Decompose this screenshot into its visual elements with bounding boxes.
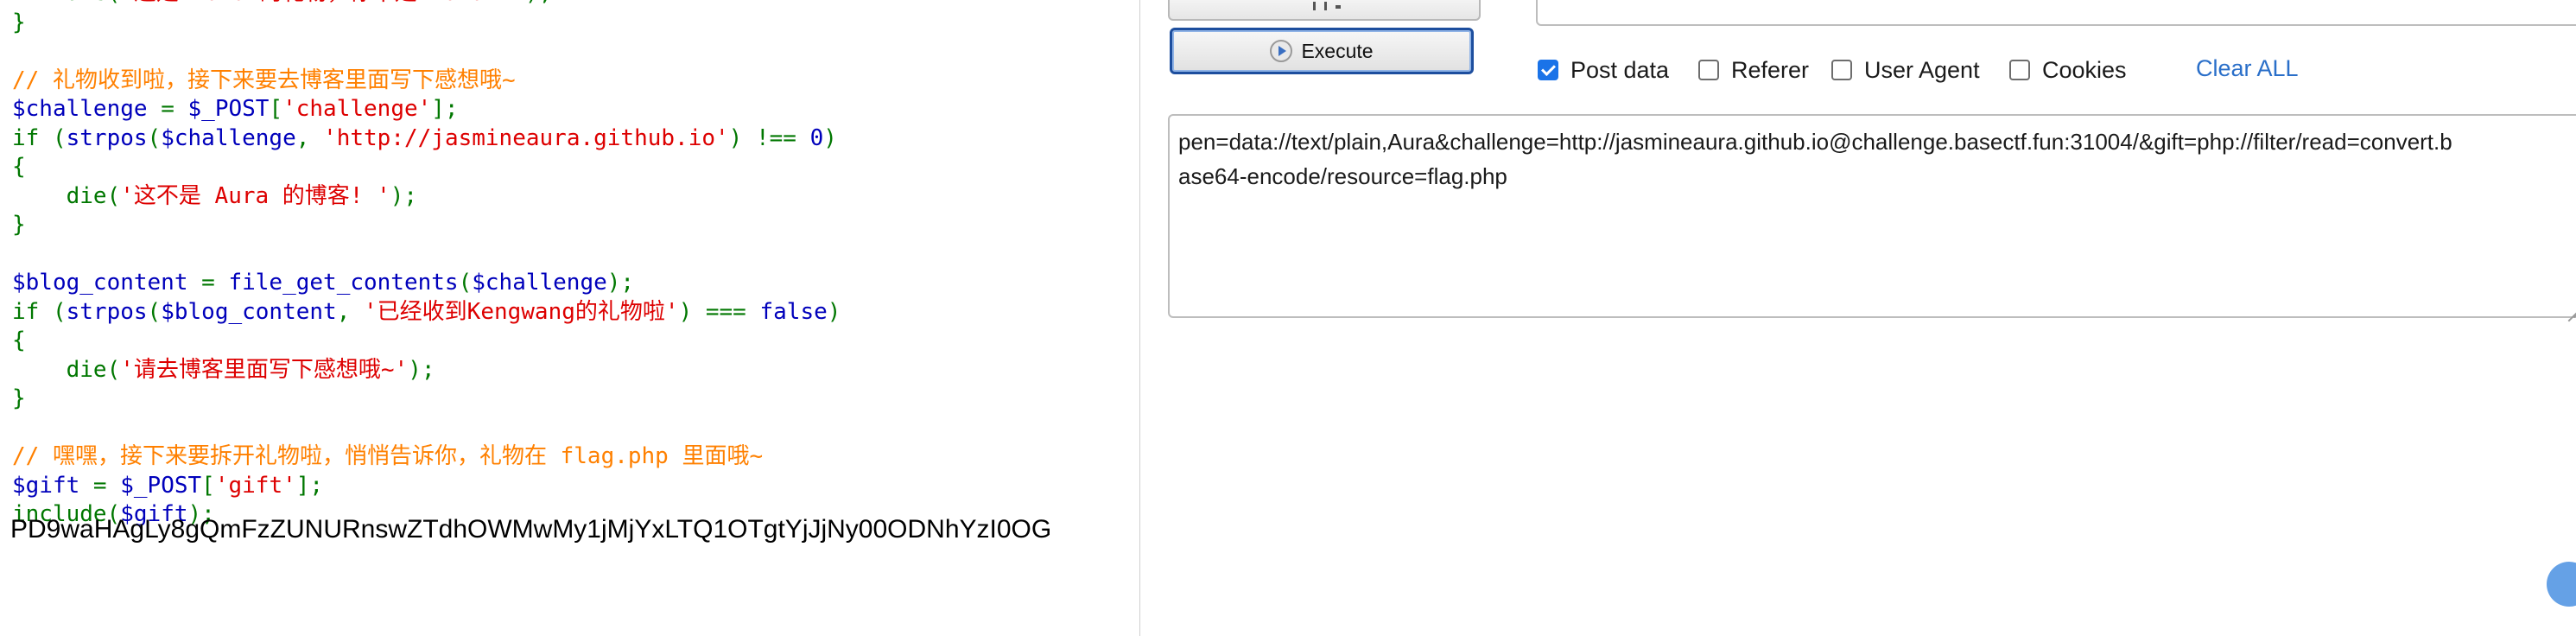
code-token: strpos (66, 124, 148, 151)
referer-label: Referer (1731, 56, 1810, 83)
split-icon (1313, 2, 1327, 10)
user-agent-checkbox[interactable]: User Agent (1831, 57, 1980, 83)
code-token: { (12, 328, 26, 353)
code-token: ); (525, 0, 552, 6)
code-token: ) (823, 124, 837, 151)
hackbar-panel: Execute Post data Referer User Agent Coo… (1140, 0, 2576, 636)
code-token: // 嘿嘿，接下来要拆开礼物啦，悄悄告诉你，礼物在 flag.php 里面哦~ (12, 443, 764, 469)
code-line: { (12, 153, 841, 182)
code-token: ( (147, 298, 162, 325)
code-token: [ (201, 472, 215, 499)
code-token: ) === (678, 298, 760, 325)
code-token: // 礼物收到啦，接下来要去博客里面写下感想哦~ (12, 67, 516, 93)
code-token: ( (458, 270, 473, 296)
code-token: = (187, 270, 229, 296)
code-token: die( (12, 356, 121, 383)
code-line: die('请去博客里面写下感想哦~'); (12, 356, 841, 385)
code-token: $challenge (161, 124, 296, 151)
code-line: } (12, 211, 841, 240)
code-line: // 嘿嘿，接下来要拆开礼物啦，悄悄告诉你，礼物在 flag.php 里面哦~ (12, 442, 841, 472)
code-token: ); (606, 270, 635, 296)
code-token: 'http://jasmineaura.github.io' (323, 124, 729, 151)
code-token: '已经收到Kengwang的礼物啦' (364, 298, 679, 325)
checkbox-unchecked-icon[interactable] (2009, 60, 2030, 80)
code-line: $gift = $_POST['gift']; (12, 472, 841, 501)
code-token: '这不是 Aura 的博客! ' (120, 182, 390, 209)
code-token: { (12, 154, 26, 180)
code-token: $blog_content (12, 270, 188, 296)
code-token: die( (12, 0, 121, 6)
code-token: $challenge (472, 270, 607, 296)
code-token: [ (269, 96, 283, 122)
referer-checkbox[interactable]: Referer (1698, 57, 1809, 83)
code-token: } (12, 212, 26, 238)
split-icon-detail (1336, 5, 1341, 9)
code-token: ); (408, 356, 435, 383)
code-token: ) (827, 298, 841, 325)
execute-label: Execute (1301, 39, 1374, 62)
clear-all-link[interactable]: Clear ALL (2196, 55, 2299, 82)
code-line: die('这不是 Aura 的博客! '); (12, 182, 841, 212)
code-token: file_get_contents (228, 270, 459, 296)
code-line: } (12, 9, 841, 38)
code-line: if (strpos($challenge, 'http://jasmineau… (12, 124, 841, 154)
code-token: $_POST (187, 96, 270, 122)
code-token: if ( (12, 298, 67, 325)
code-token: ); (390, 182, 418, 209)
code-line: $challenge = $_POST['challenge']; (12, 95, 841, 124)
code-token: $gift (12, 472, 80, 499)
code-token: '请去博客里面写下感想哦~' (120, 356, 409, 383)
code-token: false (759, 298, 828, 325)
code-token: $blog_content (161, 298, 337, 325)
checkbox-checked-icon[interactable] (1538, 60, 1558, 80)
code-token: if ( (12, 124, 67, 151)
code-token: 'gift' (214, 472, 296, 499)
code-token: = (79, 472, 121, 499)
code-line: } (12, 385, 841, 414)
url-input[interactable] (1536, 0, 2576, 26)
code-line: die('这是 Aura 的礼物，你不是 Aura! '); (12, 0, 841, 9)
post-body-line: ase64-encode/resource=flag.php (1178, 163, 1507, 189)
post-data-label: Post data (1570, 56, 1670, 83)
code-token: 0 (809, 124, 824, 151)
code-token: } (12, 385, 26, 411)
post-body-line: pen=data://text/plain,Aura&challenge=htt… (1178, 129, 2452, 155)
code-token: = (147, 96, 188, 122)
code-token: } (12, 9, 26, 35)
code-token: strpos (66, 298, 148, 325)
code-token: '这是 Aura 的礼物，你不是 Aura! ' (120, 0, 525, 6)
execute-button[interactable]: Execute (1170, 28, 1474, 74)
code-line: // 礼物收到啦，接下来要去博客里面写下感想哦~ (12, 67, 841, 96)
user-agent-label: User Agent (1864, 56, 1980, 83)
checkbox-unchecked-icon[interactable] (1698, 60, 1719, 80)
floating-action-badge[interactable] (2547, 562, 2576, 607)
code-token: ) !== (728, 124, 810, 151)
code-token: ]; (295, 472, 324, 499)
cookies-label: Cookies (2042, 56, 2127, 83)
code-line: if (strpos($blog_content, '已经收到Kengwang的… (12, 298, 841, 328)
resize-handle-icon[interactable] (2562, 296, 2576, 313)
code-line: { (12, 327, 841, 356)
base64-output-text: PD9waHAgLy8gQmFzZUNURnswZTdhOWMwMy1jMjYx… (10, 515, 1052, 544)
post-data-checkbox[interactable]: Post data (1538, 57, 1669, 83)
code-token: ]; (431, 96, 459, 122)
code-token: $challenge (12, 96, 148, 122)
code-token: , (295, 124, 324, 151)
code-token: 'challenge' (282, 96, 432, 122)
code-token: , (336, 298, 365, 325)
code-token: $_POST (120, 472, 202, 499)
code-token: ( (147, 124, 162, 151)
code-token: die( (12, 182, 121, 209)
split-url-button[interactable] (1168, 0, 1481, 21)
execute-icon (1270, 40, 1293, 62)
checkbox-unchecked-icon[interactable] (1831, 60, 1852, 80)
cookies-checkbox[interactable]: Cookies (2009, 57, 2127, 83)
post-body-textarea[interactable]: pen=data://text/plain,Aura&challenge=htt… (1168, 114, 2576, 318)
php-source-pane: die('这是 Aura 的礼物，你不是 Aura! ');}// 礼物收到啦，… (0, 0, 1139, 636)
code-line: $blog_content = file_get_contents($chall… (12, 269, 841, 298)
php-source-code: die('这是 Aura 的礼物，你不是 Aura! ');}// 礼物收到啦，… (12, 0, 841, 530)
